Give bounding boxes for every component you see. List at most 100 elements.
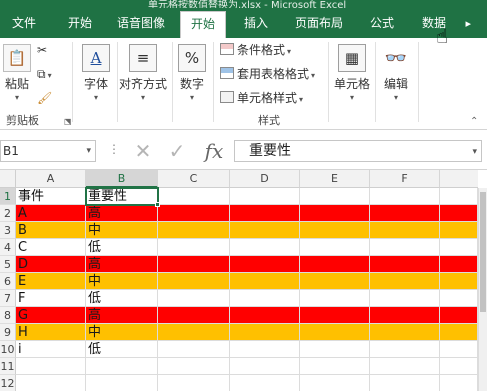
table-cell[interactable] — [230, 358, 300, 375]
tab-insert[interactable]: 插入 — [236, 11, 276, 38]
table-cell[interactable] — [370, 341, 440, 358]
table-cell[interactable] — [440, 290, 478, 307]
table-cell[interactable] — [300, 307, 370, 324]
column-header[interactable]: F — [370, 170, 440, 188]
table-cell[interactable] — [230, 375, 300, 391]
table-cell[interactable] — [230, 222, 300, 239]
cancel-icon[interactable]: ✕ — [130, 138, 156, 164]
table-cell[interactable] — [158, 341, 230, 358]
table-cell[interactable] — [158, 222, 230, 239]
table-cell[interactable]: 低 — [86, 239, 158, 256]
table-cell[interactable] — [230, 188, 300, 205]
row-header[interactable]: 10 — [0, 341, 16, 358]
tab-formulas[interactable]: 公式 — [362, 11, 402, 38]
table-cell[interactable] — [300, 290, 370, 307]
table-cell[interactable] — [158, 205, 230, 222]
table-cell[interactable]: G — [16, 307, 86, 324]
table-cell[interactable] — [300, 239, 370, 256]
table-cell[interactable] — [370, 358, 440, 375]
table-cell[interactable] — [440, 341, 478, 358]
table-cell[interactable] — [300, 222, 370, 239]
paste-button[interactable]: 📋 粘贴 ▾ — [2, 44, 32, 102]
column-header[interactable]: E — [300, 170, 370, 188]
row-header[interactable]: 9 — [0, 324, 16, 341]
format-as-table-button[interactable]: 套用表格格式 ▾ — [220, 64, 315, 84]
table-cell[interactable]: 低 — [86, 341, 158, 358]
table-cell[interactable]: 中 — [86, 324, 158, 341]
table-cell[interactable] — [440, 375, 478, 391]
cells-button[interactable]: ▦ 单元格 ▾ — [332, 44, 372, 102]
table-cell[interactable]: B — [16, 222, 86, 239]
table-cell[interactable] — [230, 307, 300, 324]
row-header[interactable]: 3 — [0, 222, 16, 239]
table-cell[interactable] — [16, 358, 86, 375]
table-cell[interactable]: i — [16, 341, 86, 358]
chevron-down-icon[interactable]: ▾ — [472, 142, 477, 162]
table-cell[interactable]: A — [16, 205, 86, 222]
scrollbar-thumb[interactable] — [480, 192, 486, 312]
table-cell[interactable] — [230, 341, 300, 358]
row-header[interactable]: 11 — [0, 358, 16, 375]
tab-data[interactable]: 数据 — [412, 11, 456, 38]
table-cell[interactable] — [300, 375, 370, 391]
format-painter-button[interactable]: 🖌 — [37, 88, 52, 108]
table-cell[interactable] — [370, 222, 440, 239]
row-header[interactable]: 5 — [0, 256, 16, 273]
more-icon[interactable]: ⋮ — [108, 142, 120, 156]
vertical-scrollbar[interactable] — [478, 188, 487, 391]
table-cell[interactable] — [158, 188, 230, 205]
table-cell[interactable]: 重要性 — [86, 188, 158, 205]
table-cell[interactable]: 高 — [86, 256, 158, 273]
table-cell[interactable] — [440, 273, 478, 290]
table-cell[interactable] — [440, 256, 478, 273]
table-cell[interactable] — [370, 375, 440, 391]
fill-handle[interactable] — [155, 202, 160, 207]
row-header[interactable]: 1 — [0, 188, 16, 205]
table-cell[interactable] — [158, 375, 230, 391]
row-header[interactable]: 7 — [0, 290, 16, 307]
table-cell[interactable] — [440, 239, 478, 256]
table-cell[interactable] — [440, 188, 478, 205]
cut-button[interactable]: ✂ — [37, 40, 47, 60]
table-cell[interactable]: 高 — [86, 307, 158, 324]
table-cell[interactable] — [86, 358, 158, 375]
table-cell[interactable] — [300, 188, 370, 205]
table-cell[interactable] — [440, 358, 478, 375]
table-cell[interactable] — [440, 307, 478, 324]
table-cell[interactable] — [230, 205, 300, 222]
chevron-right-icon[interactable]: ▸ — [465, 17, 471, 30]
table-cell[interactable] — [230, 290, 300, 307]
table-cell[interactable]: 中 — [86, 222, 158, 239]
table-cell[interactable] — [370, 273, 440, 290]
table-cell[interactable] — [370, 188, 440, 205]
cell-styles-button[interactable]: 单元格样式 ▾ — [220, 88, 303, 108]
column-header[interactable]: B — [86, 170, 158, 188]
row-header[interactable]: 6 — [0, 273, 16, 290]
table-cell[interactable] — [370, 324, 440, 341]
table-cell[interactable]: C — [16, 239, 86, 256]
column-header[interactable]: C — [158, 170, 230, 188]
table-cell[interactable] — [440, 222, 478, 239]
select-all-button[interactable] — [0, 170, 16, 188]
table-cell[interactable]: H — [16, 324, 86, 341]
row-header[interactable]: 12 — [0, 375, 16, 391]
table-cell[interactable] — [300, 358, 370, 375]
table-cell[interactable] — [158, 324, 230, 341]
table-cell[interactable]: 中 — [86, 273, 158, 290]
table-cell[interactable] — [158, 239, 230, 256]
tab-page-layout[interactable]: 页面布局 — [288, 11, 350, 38]
column-header[interactable] — [440, 170, 478, 188]
row-header[interactable]: 8 — [0, 307, 16, 324]
font-button[interactable]: A 字体 ▾ — [80, 44, 112, 102]
table-cell[interactable]: F — [16, 290, 86, 307]
table-cell[interactable] — [440, 205, 478, 222]
table-cell[interactable]: 低 — [86, 290, 158, 307]
formula-input[interactable]: 重要性 ▾ — [234, 140, 482, 162]
table-cell[interactable] — [370, 307, 440, 324]
editing-button[interactable]: 👓 编辑 ▾ — [380, 44, 412, 103]
table-cell[interactable] — [370, 256, 440, 273]
table-cell[interactable] — [300, 273, 370, 290]
name-box[interactable]: B1 ▾ — [0, 140, 96, 162]
table-cell[interactable]: 事件 — [16, 188, 86, 205]
table-cell[interactable] — [300, 256, 370, 273]
